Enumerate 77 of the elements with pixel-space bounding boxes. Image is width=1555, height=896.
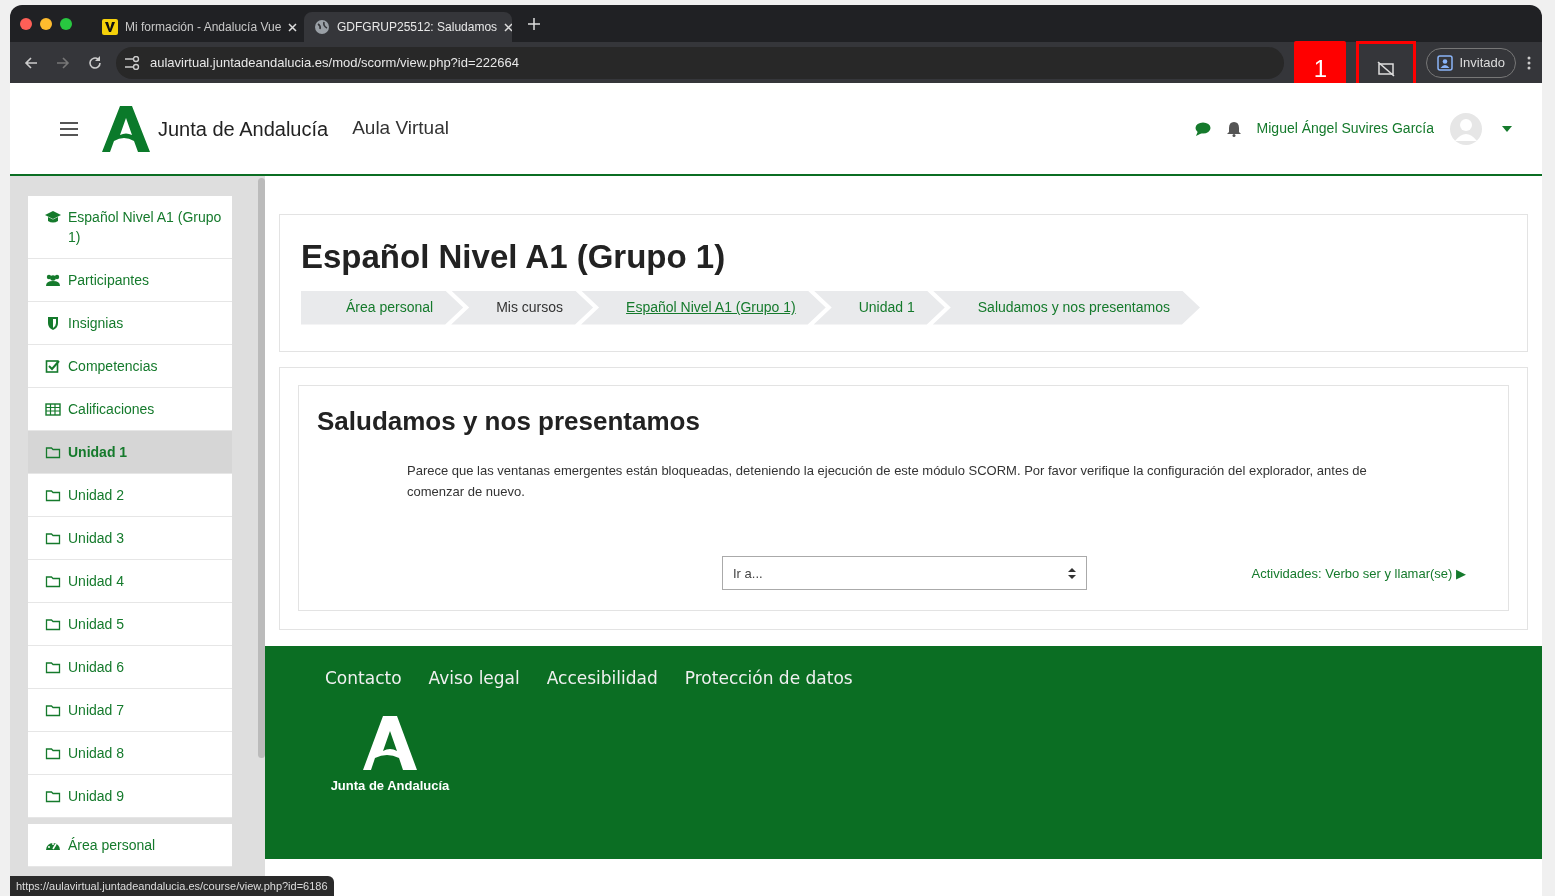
- close-tab-button[interactable]: [288, 22, 298, 32]
- warning-message: Parece que las ventanas emergentes están bloqueadas, deteniendo la ejecución de este módulo SCORM. Por favor verifique la configuración del explorador, antes de comenzar de nuevo.: [407, 461, 1368, 501]
- shield-icon: [45, 315, 61, 331]
- folder-icon: [45, 487, 61, 503]
- scrollbar[interactable]: [258, 178, 265, 758]
- sidebar-item[interactable]: Unidad 5: [28, 603, 232, 646]
- logo-icon: [102, 105, 150, 152]
- sidebar-item[interactable]: Participantes: [28, 259, 232, 302]
- close-icon: [288, 22, 298, 32]
- globe-icon: [314, 19, 330, 35]
- folder-icon: [45, 616, 61, 632]
- footer-brand: Junta de Andalucía: [330, 776, 450, 795]
- sidebar-item[interactable]: Español Nivel A1 (Grupo 1): [28, 196, 232, 259]
- site-icon: [102, 19, 118, 35]
- breadcrumb-item[interactable]: Saludamos y nos presentamos: [932, 290, 1200, 325]
- back-arrow-icon: [24, 55, 38, 70]
- address-bar[interactable]: aulavirtual.juntadeandalucia.es/mod/scorm/view.php?id=222664: [116, 46, 1285, 79]
- window-control[interactable]: [60, 17, 72, 30]
- sidebar-item[interactable]: Calificaciones: [28, 388, 232, 431]
- sidebar-item[interactable]: Unidad 7: [28, 689, 232, 732]
- user-name[interactable]: Miguel Ángel Suvires García: [1256, 118, 1434, 139]
- breadcrumb-item[interactable]: Unidad 1: [813, 290, 945, 325]
- activity-title: Saludamos y nos presentamos: [317, 405, 701, 437]
- sidebar-item[interactable]: Unidad 1: [28, 431, 232, 474]
- folder-icon: [45, 444, 61, 460]
- graduation-cap-icon: [45, 209, 61, 225]
- profile-icon: [1437, 54, 1454, 71]
- sidebar-item[interactable]: Unidad 9: [28, 775, 232, 818]
- sidebar-item[interactable]: Insignias: [28, 302, 232, 345]
- footer-link[interactable]: Accesibilidad: [546, 666, 658, 692]
- folder-icon: [45, 530, 61, 546]
- forward-arrow-icon: [56, 55, 70, 70]
- footer-link[interactable]: Contacto: [325, 666, 402, 692]
- caret-icon: [1502, 125, 1512, 132]
- footer-link[interactable]: Aviso legal: [428, 666, 520, 692]
- brand-name[interactable]: Junta de Andalucía: [158, 113, 329, 144]
- breadcrumb-item[interactable]: Área personal: [301, 290, 464, 325]
- close-tab-button[interactable]: [504, 22, 512, 32]
- footer-link[interactable]: Protección de datos: [684, 666, 853, 692]
- avatar-icon: [1450, 112, 1482, 145]
- browser-tab[interactable]: Mi formación - Andalucía Vue: [92, 12, 300, 42]
- sidebar-item[interactable]: Área personal: [28, 824, 232, 867]
- site-settings-icon: [124, 55, 140, 70]
- reload-icon: [88, 55, 102, 70]
- folder-icon: [45, 659, 61, 675]
- people-icon: [45, 272, 61, 288]
- status-url: https://aulavirtual.juntadeandalucia.es/course/view.php?id=6186: [10, 875, 334, 896]
- jump-select[interactable]: Ir a...: [722, 556, 1087, 591]
- sidebar-item[interactable]: Competencias: [28, 345, 232, 388]
- course-title: Español Nivel A1 (Grupo 1): [301, 237, 727, 277]
- window-control[interactable]: [40, 17, 52, 30]
- next-activity-link[interactable]: Actividades: Verbo ser y llamar(se) ▶: [1251, 563, 1466, 584]
- browser-tab[interactable]: GDFGRUP25512: Saludamos: [304, 12, 512, 42]
- close-icon: [504, 22, 512, 32]
- folder-icon: [45, 573, 61, 589]
- sidebar-item[interactable]: Unidad 6: [28, 646, 232, 689]
- plus-icon: [528, 17, 540, 30]
- table-icon: [45, 401, 61, 417]
- sidebar-item[interactable]: Unidad 4: [28, 560, 232, 603]
- menu-icon: [60, 121, 78, 136]
- folder-icon: [45, 702, 61, 718]
- checkbox-icon: [45, 358, 61, 374]
- sidebar-item[interactable]: Unidad 8: [28, 732, 232, 775]
- breadcrumb-item: Mis cursos: [451, 290, 594, 325]
- sidebar-item[interactable]: Unidad 2: [28, 474, 232, 517]
- breadcrumb-item[interactable]: Español Nivel A1 (Grupo 1): [581, 290, 826, 325]
- logo-icon: [363, 715, 417, 770]
- menu-icon: [1526, 54, 1532, 71]
- chat-icon: [1194, 121, 1211, 136]
- window-control[interactable]: [20, 17, 32, 30]
- blocked-popup-icon: [1377, 60, 1396, 77]
- sort-arrows-icon: [1068, 567, 1076, 579]
- bell-icon: [1226, 120, 1241, 137]
- folder-icon: [45, 788, 61, 804]
- folder-icon: [45, 745, 61, 761]
- site-name: Aula Virtual: [352, 116, 449, 141]
- sidebar-item[interactable]: Unidad 3: [28, 517, 232, 560]
